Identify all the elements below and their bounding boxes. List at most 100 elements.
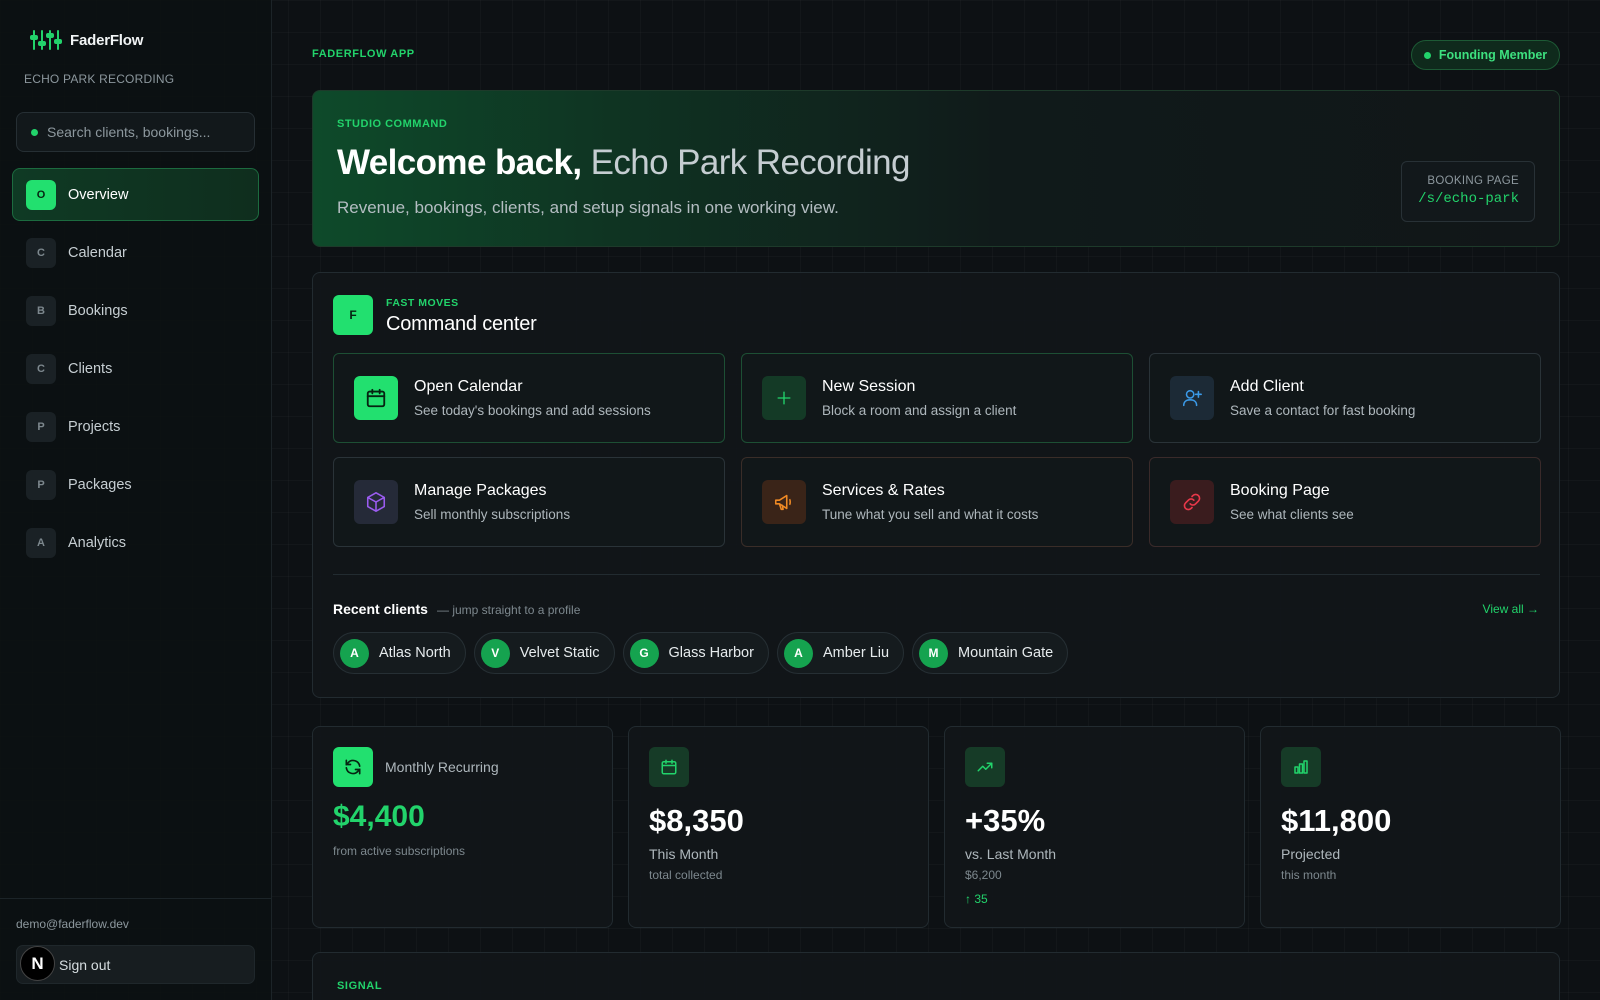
- title-studio: Echo Park Recording: [590, 143, 911, 182]
- sidebar-item-bookings[interactable]: B Bookings: [12, 284, 259, 337]
- member-badge: Founding Member: [1411, 40, 1560, 70]
- sidebar-item-packages[interactable]: P Packages: [12, 458, 259, 511]
- stat-value: $11,800: [1281, 803, 1392, 838]
- client-name: Mountain Gate: [958, 645, 1054, 661]
- search-box[interactable]: [16, 112, 255, 152]
- dev-overlay-logo[interactable]: N: [20, 946, 55, 981]
- new-session-card[interactable]: New Session Block a room and assign a cl…: [741, 353, 1133, 443]
- sidebar-item-projects[interactable]: P Projects: [12, 400, 259, 453]
- stat-value: $4,400: [333, 800, 425, 833]
- sidebar-item-label: Packages: [68, 476, 132, 493]
- manage-packages-card[interactable]: Manage Packages Sell monthly subscriptio…: [333, 457, 725, 547]
- calendar-icon: [354, 376, 398, 420]
- open-calendar-card[interactable]: Open Calendar See today's bookings and a…: [333, 353, 725, 443]
- stat-delta: ↑ 35: [965, 892, 988, 906]
- refresh-icon: [333, 747, 373, 787]
- action-desc: Sell monthly subscriptions: [414, 507, 571, 522]
- this-month-card: $8,350 This Month total collected: [628, 726, 929, 928]
- view-all-link[interactable]: View all →: [1483, 602, 1539, 616]
- user-plus-icon: [1170, 376, 1214, 420]
- booking-page-path: /s/echo-park: [1418, 191, 1519, 207]
- sidebar-item-label: Clients: [68, 360, 113, 377]
- action-desc: Save a contact for fast booking: [1230, 403, 1416, 418]
- nav-badge: O: [26, 179, 56, 210]
- avatar: G: [629, 638, 659, 668]
- sidebar-footer: demo@faderflow.dev Sign out: [0, 898, 272, 984]
- action-desc: Block a room and assign a client: [822, 403, 1017, 418]
- nav-badge: C: [26, 237, 56, 268]
- user-email: demo@faderflow.dev: [16, 917, 129, 931]
- megaphone-icon: [762, 480, 806, 524]
- hero-subtitle: Revenue, bookings, clients, and setup si…: [337, 198, 839, 217]
- faders-logo-icon: [30, 30, 62, 50]
- member-badge-label: Founding Member: [1438, 48, 1548, 62]
- command-center: F FAST MOVES Command center Open Calenda…: [312, 272, 1560, 698]
- avatar: A: [340, 638, 369, 668]
- command-badge: F: [333, 295, 373, 335]
- client-name: Amber Liu: [822, 645, 890, 661]
- booking-page-label: BOOKING PAGE: [1427, 175, 1519, 187]
- title-greeting: Welcome back,: [337, 143, 582, 182]
- monthly-recurring-card: Monthly Recurring $4,400 from active sub…: [312, 726, 613, 928]
- action-title: Open Calendar: [414, 378, 523, 395]
- sidebar-item-calendar[interactable]: C Calendar: [12, 226, 259, 279]
- client-chip[interactable]: V Velvet Static: [473, 632, 615, 674]
- action-desc: See today's bookings and add sessions: [414, 403, 651, 418]
- plus-icon: [762, 376, 806, 420]
- sidebar-item-analytics[interactable]: A Analytics: [12, 516, 259, 569]
- sidebar-nav: O Overview C Calendar B Bookings C Clien…: [12, 168, 259, 574]
- sidebar-item-clients[interactable]: C Clients: [12, 342, 259, 395]
- stat-caption: this month: [1281, 868, 1337, 882]
- sidebar-item-label: Analytics: [68, 534, 127, 551]
- signal-panel: SIGNAL: [312, 952, 1560, 1000]
- sidebar-item-label: Projects: [68, 418, 121, 435]
- stat-value: +35%: [965, 803, 1046, 838]
- stat-caption: total collected: [649, 868, 723, 882]
- stat-caption: from active subscriptions: [333, 844, 466, 858]
- stat-caption: $6,200: [965, 868, 1002, 882]
- search-status-dot: [31, 128, 38, 136]
- client-chip[interactable]: A Amber Liu: [776, 632, 905, 674]
- sidebar: FaderFlow ECHO PARK RECORDING O Overview…: [0, 0, 272, 1000]
- recent-clients-subtitle: — jump straight to a profile: [437, 603, 581, 617]
- action-desc: See what clients see: [1230, 507, 1354, 522]
- welcome-hero: STUDIO COMMAND Welcome back, Echo Park R…: [312, 90, 1560, 247]
- avatar: V: [480, 638, 510, 668]
- link-icon: [1170, 480, 1214, 524]
- command-kicker: FAST MOVES: [386, 297, 459, 309]
- brand-name: FaderFlow: [70, 31, 144, 49]
- sidebar-item-overview[interactable]: O Overview: [12, 168, 259, 221]
- nav-badge: A: [26, 527, 56, 558]
- recent-clients-title: Recent clients: [333, 601, 428, 617]
- studio-name: ECHO PARK RECORDING: [24, 72, 175, 86]
- client-chip[interactable]: M Mountain Gate: [912, 632, 1069, 674]
- nav-badge: P: [26, 411, 56, 442]
- booking-page-link[interactable]: BOOKING PAGE /s/echo-park: [1401, 161, 1535, 222]
- brand-logo[interactable]: FaderFlow: [30, 28, 143, 52]
- stat-value: $8,350: [649, 803, 744, 838]
- command-title: Command center: [386, 313, 537, 335]
- growth-card: +35% vs. Last Month $6,200 ↑ 35: [944, 726, 1245, 928]
- search-input[interactable]: [47, 124, 237, 140]
- recent-clients-list: A Atlas North V Velvet Static G Glass Ha…: [333, 632, 1069, 674]
- action-title: Manage Packages: [414, 482, 547, 499]
- page-title: Welcome back, Echo Park Recording: [337, 143, 911, 183]
- client-name: Atlas North: [379, 645, 451, 661]
- app-label: FADERFLOW APP: [312, 48, 415, 60]
- stat-label: Monthly Recurring: [385, 759, 499, 775]
- calendar-icon: [649, 747, 689, 787]
- action-title: Add Client: [1230, 378, 1304, 395]
- member-status-dot: [1423, 51, 1431, 59]
- services-rates-card[interactable]: Services & Rates Tune what you sell and …: [741, 457, 1133, 547]
- booking-page-card[interactable]: Booking Page See what clients see: [1149, 457, 1541, 547]
- avatar: M: [919, 638, 949, 668]
- client-name: Velvet Static: [519, 645, 600, 661]
- client-chip[interactable]: G Glass Harbor: [622, 632, 769, 674]
- add-client-card[interactable]: Add Client Save a contact for fast booki…: [1149, 353, 1541, 443]
- action-title: Services & Rates: [822, 482, 945, 499]
- nav-badge: C: [26, 353, 56, 384]
- client-chip[interactable]: A Atlas North: [333, 632, 466, 674]
- box-icon: [354, 480, 398, 524]
- stat-label: This Month: [649, 846, 719, 862]
- sidebar-item-label: Overview: [68, 186, 129, 203]
